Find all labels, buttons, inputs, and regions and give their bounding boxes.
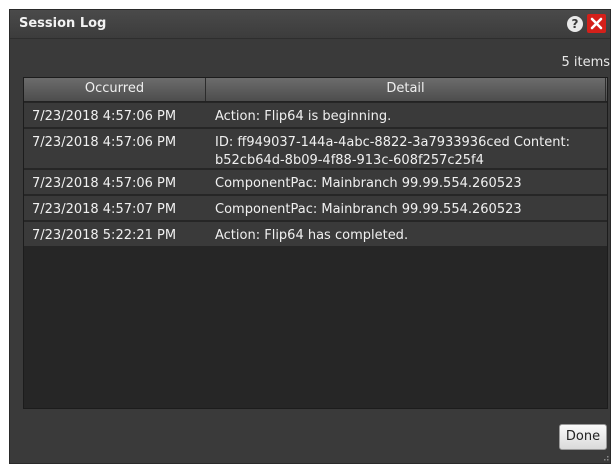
cell-occurred: 7/23/2018 5:22:21 PM (32, 228, 177, 243)
cell-occurred: 7/23/2018 4:57:06 PM (32, 109, 177, 124)
cell-occurred: 7/23/2018 4:57:06 PM (32, 135, 177, 150)
cell-detail: Action: Flip64 has completed. (215, 228, 409, 243)
resize-grip-icon[interactable] (601, 454, 609, 462)
session-log-dialog: Session Log ? 5 items Occurred Detail 7/… (9, 9, 611, 464)
table-header: Occurred Detail (24, 78, 607, 102)
item-count: 5 items (561, 55, 610, 70)
session-log-table[interactable]: Occurred Detail 7/23/2018 4:57:06 PM Acti… (23, 77, 608, 409)
cell-occurred: 7/23/2018 4:57:07 PM (32, 202, 177, 217)
title-bar[interactable]: Session Log ? (10, 10, 610, 39)
cell-detail: ComponentPac: Mainbranch 99.99.554.26052… (215, 202, 522, 217)
column-header-occurred[interactable]: Occurred (24, 78, 206, 101)
done-button[interactable]: Done (559, 424, 607, 450)
table-row[interactable]: 7/23/2018 5:22:21 PM Action: Flip64 has c… (24, 222, 607, 248)
table-row[interactable]: 7/23/2018 4:57:06 PM ComponentPac: Mainbr… (24, 170, 607, 196)
column-header-detail[interactable]: Detail (206, 78, 606, 101)
cell-detail: ID: ff949037-144a-4abc-8822-3a7933936ced… (215, 135, 570, 168)
cell-occurred: 7/23/2018 4:57:06 PM (32, 176, 177, 191)
cell-detail: ComponentPac: Mainbranch 99.99.554.26052… (215, 176, 522, 191)
dialog-title: Session Log (19, 16, 107, 31)
table-row[interactable]: 7/23/2018 4:57:07 PM ComponentPac: Mainbr… (24, 196, 607, 222)
table-body: 7/23/2018 4:57:06 PM Action: Flip64 is be… (24, 103, 607, 248)
cell-detail: Action: Flip64 is beginning. (215, 109, 392, 124)
close-icon[interactable] (587, 14, 606, 33)
help-icon[interactable]: ? (567, 16, 583, 32)
table-row[interactable]: 7/23/2018 4:57:06 PM ID: ff949037-144a-4a… (24, 129, 607, 170)
table-row[interactable]: 7/23/2018 4:57:06 PM Action: Flip64 is be… (24, 103, 607, 129)
